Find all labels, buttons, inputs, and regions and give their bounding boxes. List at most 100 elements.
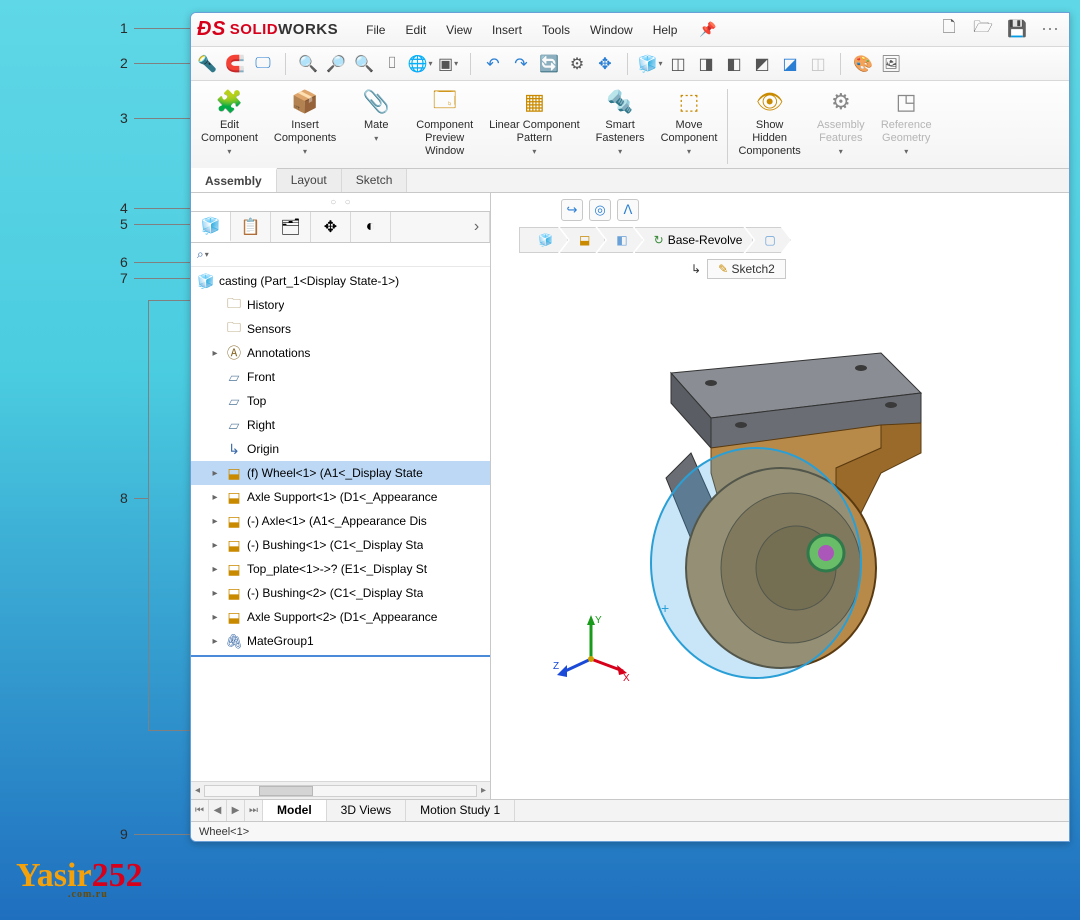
expand-icon[interactable]: ▸ bbox=[209, 492, 221, 503]
bottom-tab-3d-views[interactable]: 3D Views bbox=[327, 800, 406, 821]
tree-item[interactable]: ▱Top bbox=[191, 389, 490, 413]
crumb-assembly[interactable]: 🧊 bbox=[519, 227, 568, 253]
first-tab-icon[interactable]: ⏮ bbox=[191, 800, 209, 821]
ribbon-move[interactable]: ⬚Move Component▾ bbox=[653, 85, 726, 168]
bottom-tab-nav: ⏮ ◀ ▶ ⏭ bbox=[191, 800, 263, 821]
dimxpert-tab[interactable]: ✥ bbox=[311, 212, 351, 242]
undo-icon[interactable]: ↶ bbox=[483, 54, 503, 74]
tree-item[interactable]: ▸⬓(-) Bushing<1> (C1<_Display Sta bbox=[191, 533, 490, 557]
config-manager-tab[interactable]: 🗂 bbox=[271, 212, 311, 242]
expand-icon[interactable]: ▸ bbox=[209, 588, 221, 599]
tree-item[interactable]: ▸⬓(f) Wheel<1> (A1<_Display State bbox=[191, 461, 490, 485]
tree-item[interactable]: 🗀History bbox=[191, 293, 490, 317]
sub-crumb-sketch[interactable]: ✎ Sketch2 bbox=[707, 259, 786, 279]
iso-back-icon[interactable]: ◨ bbox=[696, 54, 716, 74]
iso-left-icon[interactable]: ◧ bbox=[724, 54, 744, 74]
expand-tree-icon[interactable]: ↪ bbox=[561, 199, 583, 221]
spotlight-icon[interactable]: 🔦 bbox=[197, 54, 217, 74]
appearance-icon[interactable]: 🎨 bbox=[853, 54, 873, 74]
view-orient-icon[interactable]: 🌐▾ bbox=[410, 54, 430, 74]
new-doc-icon[interactable]: 🗋 bbox=[939, 19, 959, 39]
panel-expand-icon[interactable]: › bbox=[464, 212, 490, 242]
last-tab-icon[interactable]: ⏭ bbox=[245, 800, 263, 821]
feature-manager-tab[interactable]: 🧊 bbox=[191, 212, 231, 242]
section-view-icon[interactable]: ⌷ bbox=[382, 54, 402, 74]
cm-tab-layout[interactable]: Layout bbox=[277, 169, 342, 192]
tree-item[interactable]: ▸ⒶAnnotations bbox=[191, 341, 490, 365]
tree-item[interactable]: ▸⬓Axle Support<1> (D1<_Appearance bbox=[191, 485, 490, 509]
expand-icon[interactable]: ▸ bbox=[209, 564, 221, 575]
menu-file[interactable]: File bbox=[356, 17, 395, 43]
bottom-tab-model[interactable]: Model bbox=[263, 800, 327, 821]
display-style-icon[interactable]: ▣▾ bbox=[438, 54, 458, 74]
panel-drag-handle[interactable]: ○ ○ bbox=[191, 193, 490, 211]
menu-window[interactable]: Window bbox=[580, 17, 643, 43]
expand-icon[interactable]: ▸ bbox=[209, 468, 221, 479]
zoom-fit-icon[interactable]: 🔍 bbox=[298, 54, 318, 74]
zoom-area-icon[interactable]: 🔎 bbox=[326, 54, 346, 74]
prev-tab-icon[interactable]: ◀ bbox=[209, 800, 227, 821]
menu-tools[interactable]: Tools bbox=[532, 17, 580, 43]
options-icon[interactable]: ⚙ bbox=[567, 54, 587, 74]
expand-icon[interactable]: ▸ bbox=[209, 636, 221, 647]
ribbon-insert[interactable]: 📦Insert Components▾ bbox=[266, 85, 344, 168]
ribbon-reference[interactable]: ◳Reference Geometry▾ bbox=[873, 85, 940, 168]
iso-front-icon[interactable]: ◫ bbox=[668, 54, 688, 74]
tree-item[interactable]: 🗀Sensors bbox=[191, 317, 490, 341]
menu-edit[interactable]: Edit bbox=[395, 17, 436, 43]
tree-item[interactable]: ▸⬓(-) Axle<1> (A1<_Appearance Dis bbox=[191, 509, 490, 533]
expand-icon[interactable]: ▸ bbox=[209, 612, 221, 623]
menu-insert[interactable]: Insert bbox=[482, 17, 532, 43]
expand-icon[interactable]: ▸ bbox=[209, 540, 221, 551]
pin-icon[interactable]: 📌 bbox=[699, 21, 716, 38]
menu-help[interactable]: Help bbox=[643, 17, 688, 43]
target-view-icon[interactable]: ◎ bbox=[589, 199, 611, 221]
tree-item[interactable]: ▱Right bbox=[191, 413, 490, 437]
iso-shaded-icon[interactable]: ◪ bbox=[780, 54, 800, 74]
property-manager-tab[interactable]: 📋 bbox=[231, 212, 271, 242]
redo-icon[interactable]: ↷ bbox=[511, 54, 531, 74]
cube-view-icon[interactable]: 🧊▾ bbox=[640, 54, 660, 74]
ribbon-assembly[interactable]: ⚙Assembly Features▾ bbox=[809, 85, 873, 168]
tree-item[interactable]: ↳Origin bbox=[191, 437, 490, 461]
panel-horizontal-scrollbar[interactable]: ◂▸ bbox=[191, 781, 490, 799]
tree-filter[interactable]: ⌕▾ bbox=[191, 243, 490, 267]
tree-root[interactable]: 🧊 casting (Part_1<Display State-1>) bbox=[191, 269, 490, 293]
menu-view[interactable]: View bbox=[436, 17, 482, 43]
tree-item[interactable]: ▸⬓(-) Bushing<2> (C1<_Display Sta bbox=[191, 581, 490, 605]
bottom-tab-motion-study-1[interactable]: Motion Study 1 bbox=[406, 800, 515, 821]
display-icon[interactable]: 🖵 bbox=[253, 54, 273, 74]
expand-icon[interactable]: ▸ bbox=[209, 516, 221, 527]
display-manager-tab[interactable]: ◐ bbox=[351, 212, 391, 242]
tree-item[interactable]: ▸⬓Top_plate<1>->? (E1<_Display St bbox=[191, 557, 490, 581]
orientation-triad[interactable]: Y X Z bbox=[551, 609, 631, 689]
ribbon-edit[interactable]: 🧩Edit Component▾ bbox=[193, 85, 266, 168]
ribbon-linear-component[interactable]: ▦Linear Component Pattern▾ bbox=[481, 85, 588, 168]
crumb-feature[interactable]: ↻Base-Revolve bbox=[635, 227, 754, 253]
expand-icon[interactable]: ▸ bbox=[209, 348, 221, 359]
cm-tab-assembly[interactable]: Assembly bbox=[191, 168, 277, 192]
iso-right-icon[interactable]: ◩ bbox=[752, 54, 772, 74]
ribbon-component[interactable]: 🗔Component Preview Window bbox=[408, 85, 481, 168]
ribbon-mate[interactable]: 📎Mate▾ bbox=[344, 85, 408, 168]
more-icon[interactable]: ⋯ bbox=[1041, 19, 1059, 40]
graphics-area[interactable]: ↪ ◎ ᐱ 🧊 ⬓ ◧ ↻Base-Revolve ▢ ↳ ✎ Sketch2 bbox=[491, 193, 1069, 799]
tree-item[interactable]: ▱Front bbox=[191, 365, 490, 389]
rebuild-icon[interactable]: 🔄 bbox=[539, 54, 559, 74]
zoom-prev-icon[interactable]: 🔍 bbox=[354, 54, 374, 74]
ribbon-smart[interactable]: 🔩Smart Fasteners▾ bbox=[588, 85, 653, 168]
magnet-icon[interactable]: 🧲 bbox=[225, 54, 245, 74]
tree-item[interactable]: ▸🖇MateGroup1 bbox=[191, 629, 490, 653]
tree-item[interactable]: ▸⬓Axle Support<2> (D1<_Appearance bbox=[191, 605, 490, 629]
iso-wire-icon[interactable]: ◫ bbox=[808, 54, 828, 74]
cm-tab-sketch[interactable]: Sketch bbox=[342, 169, 408, 192]
open-doc-icon[interactable]: 🗁 bbox=[973, 19, 993, 39]
measure-icon[interactable]: ᐱ bbox=[617, 199, 639, 221]
svg-text:Y: Y bbox=[595, 615, 602, 626]
command-manager: 🧩Edit Component▾📦Insert Components▾📎Mate… bbox=[191, 81, 1069, 169]
scene-icon[interactable]: 🖼 bbox=[881, 54, 901, 74]
ribbon-show[interactable]: 👁Show Hidden Components bbox=[730, 85, 808, 168]
pan-icon[interactable]: ✥ bbox=[595, 54, 615, 74]
next-tab-icon[interactable]: ▶ bbox=[227, 800, 245, 821]
save-icon[interactable]: 💾 bbox=[1007, 19, 1027, 39]
